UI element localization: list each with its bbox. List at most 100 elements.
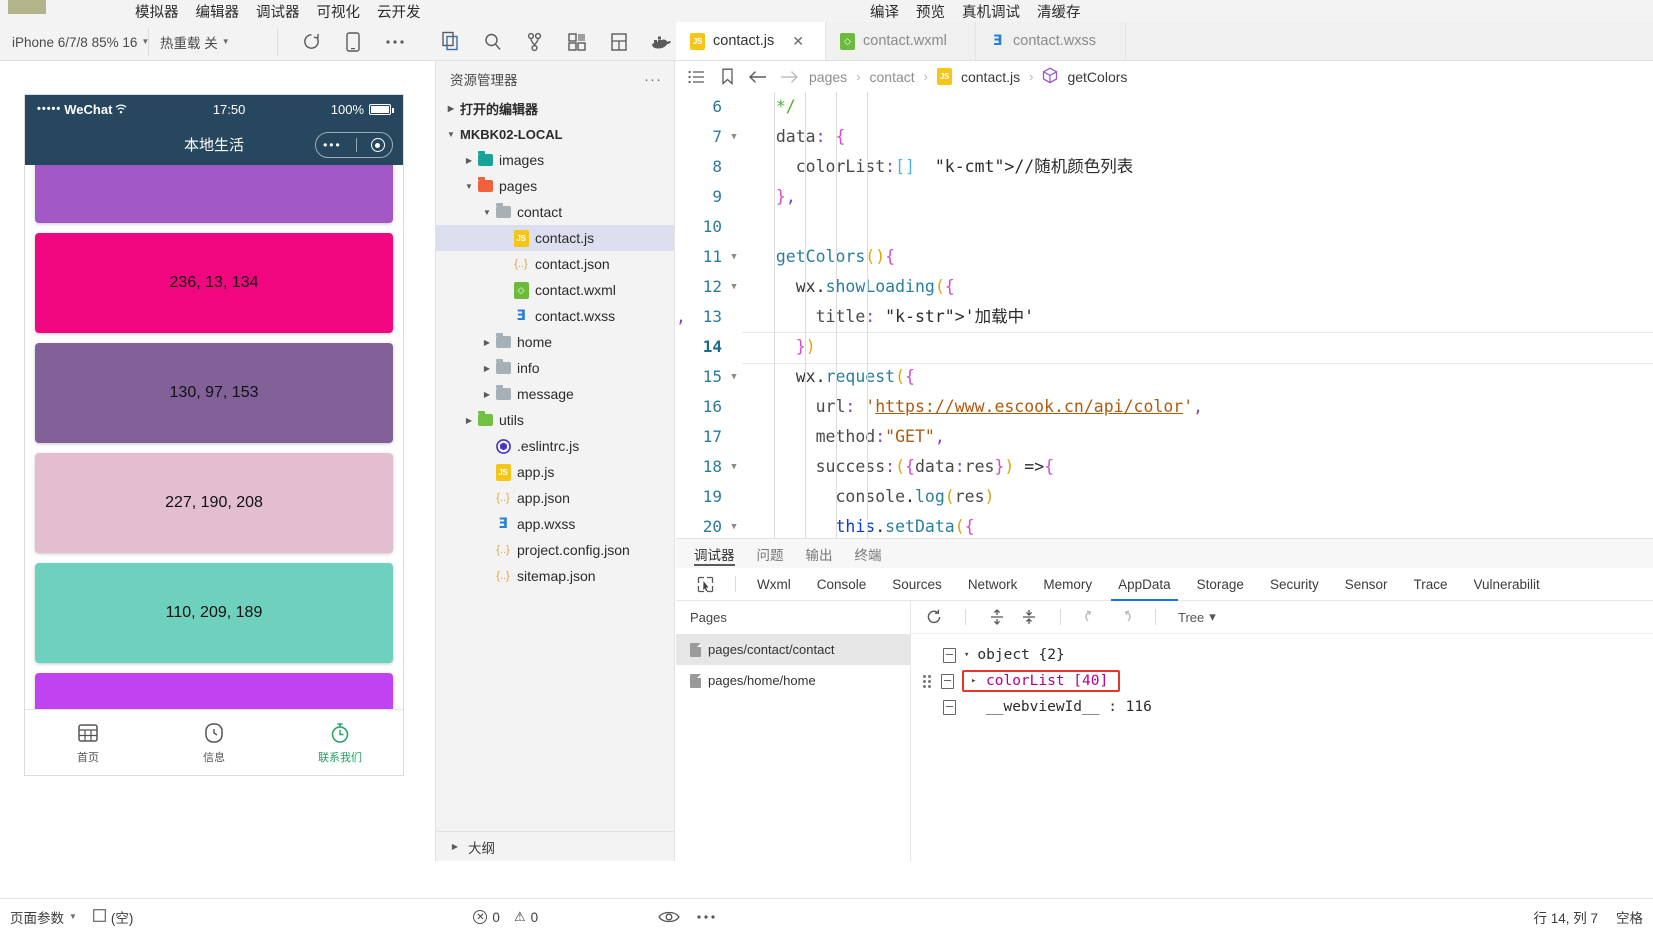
chevron-down-icon[interactable]: ▼ (728, 512, 740, 538)
explorer-item-contact-js[interactable]: ▶JScontact.js (436, 225, 674, 251)
devtools-tab-sources[interactable]: Sources (879, 568, 955, 601)
code-line[interactable]: 20 ▼ this.setData({ (676, 512, 1653, 538)
code-line[interactable]: 9 }, (676, 182, 1653, 212)
color-card[interactable]: 110, 209, 189 (35, 563, 393, 663)
menu-item-preview[interactable]: 预览 (916, 1, 945, 22)
chevron-right-icon[interactable]: ▸ (971, 676, 976, 686)
collapse-all-icon[interactable] (1020, 608, 1038, 626)
chevron-down-icon[interactable]: ▼ (480, 208, 494, 217)
panel-tab-debugger[interactable]: 调试器 (694, 539, 735, 568)
extensions-icon[interactable] (566, 31, 588, 53)
inspect-element-icon[interactable] (684, 568, 727, 601)
device-selector[interactable]: iPhone 6/7/8 85% 16 ▼ (6, 31, 155, 53)
undo-icon[interactable] (1083, 608, 1101, 626)
editor-tab-contact-wxml[interactable]: ◇ contact.wxml (826, 22, 976, 60)
color-card[interactable]: 192, 66, 240 (35, 673, 393, 710)
explorer-item-message[interactable]: ▶ message (436, 381, 674, 407)
search-icon[interactable] (482, 31, 504, 53)
expand-all-icon[interactable] (988, 608, 1006, 626)
refresh-icon[interactable] (300, 31, 322, 53)
page-row-home[interactable]: pages/home/home (676, 665, 910, 696)
view-mode-selector[interactable]: Tree ▾ (1178, 608, 1216, 626)
refresh-icon[interactable] (925, 608, 943, 626)
target-icon[interactable] (370, 138, 385, 152)
explorer-item-home[interactable]: ▶ home (436, 329, 674, 355)
chevron-down-icon[interactable]: ▾ (964, 650, 969, 660)
chevron-down-icon[interactable]: ▼ (728, 122, 740, 152)
menu-item-debugger[interactable]: 调试器 (256, 1, 300, 22)
menu-item-clear-cache[interactable]: 清缓存 (1037, 1, 1081, 22)
phone-tab-contact[interactable]: 联系我们 (277, 710, 403, 775)
code-line[interactable]: 16 url: 'https://www.escook.cn/api/color… (676, 392, 1653, 422)
color-card[interactable]: 130, 97, 153 (35, 343, 393, 443)
chevron-down-icon[interactable]: ▼ (728, 242, 740, 272)
back-arrow-icon[interactable] (747, 66, 769, 88)
source-control-icon[interactable] (524, 31, 546, 53)
color-card[interactable]: 227, 190, 208 (35, 453, 393, 553)
editor-tab-contact-wxss[interactable]: Ǝ contact.wxss (976, 22, 1126, 60)
explorer-item-app-json[interactable]: ▶{..}app.json (436, 485, 674, 511)
cursor-position[interactable]: 行 14, 列 7 (1533, 907, 1598, 927)
phone-tab-home[interactable]: 首页 (25, 710, 151, 775)
devtools-tab-sensor[interactable]: Sensor (1332, 568, 1401, 601)
indentation-mode[interactable]: 空格 (1616, 907, 1643, 927)
explorer-outline-section[interactable]: ▶ 大纲 (436, 831, 674, 861)
explorer-item-pages[interactable]: ▼ pages (436, 173, 674, 199)
code-line[interactable]: 17 method:"GET", (676, 422, 1653, 452)
more-icon[interactable] (384, 31, 406, 53)
color-card[interactable]: 236, 13, 134 (35, 233, 393, 333)
devtools-tab-wxml[interactable]: Wxml (744, 568, 804, 601)
page-params-value[interactable]: (空) (93, 907, 133, 927)
page-row-contact[interactable]: pages/contact/contact (676, 634, 910, 665)
explorer-item-contact-wxss[interactable]: ▶Ǝcontact.wxss (436, 303, 674, 329)
code-line[interactable]: 12 ▼ wx.showLoading({ (676, 272, 1653, 302)
chevron-right-icon[interactable]: ▶ (480, 390, 494, 399)
chevron-right-icon[interactable]: ▶ (480, 338, 494, 347)
explorer-item-contact[interactable]: ▼ contact (436, 199, 674, 225)
breadcrumb-item-pages[interactable]: pages (809, 69, 847, 85)
explorer-item-eslintrc-js[interactable]: ▶.eslintrc.js (436, 433, 674, 459)
warning-count[interactable]: ⚠ 0 (514, 909, 538, 925)
chevron-right-icon[interactable]: ▶ (480, 364, 494, 373)
docker-icon[interactable] (650, 31, 672, 53)
code-line[interactable]: 7 ▼ data: { (676, 122, 1653, 152)
status-badge[interactable]: ▸ colorList [40] (962, 670, 1121, 692)
code-line[interactable]: 19 console.log(res) (676, 482, 1653, 512)
devtools-tab-security[interactable]: Security (1257, 568, 1332, 601)
code-line[interactable]: 15▼ wx.request({ (676, 362, 1653, 392)
tree-row-webviewid[interactable]: __webviewId__ : 116 (921, 694, 1653, 720)
breadcrumb-item-getcolors[interactable]: getColors (1067, 69, 1127, 85)
color-list-scroll[interactable]: 236, 13, 134 130, 97, 153 227, 190, 208 … (25, 165, 403, 710)
error-count[interactable]: ✕ 0 (473, 910, 500, 925)
menu-item-editor[interactable]: 编辑器 (196, 1, 240, 22)
bookmark-icon[interactable] (716, 66, 738, 88)
explorer-item-app-wxss[interactable]: ▶Ǝapp.wxss (436, 511, 674, 537)
explorer-item-contact-wxml[interactable]: ▶◇contact.wxml (436, 277, 674, 303)
code-line[interactable]: 8 colorList:[] "k-cmt">//随机颜色列表 (676, 152, 1653, 182)
devtools-tab-vulnerability[interactable]: Vulnerabilit (1461, 568, 1553, 601)
explorer-item-sitemap-json[interactable]: ▶{..}sitemap.json (436, 563, 674, 589)
code-line[interactable]: 10 (676, 212, 1653, 242)
chevron-right-icon[interactable]: ▶ (462, 156, 476, 165)
code-line[interactable]: 14 }) (676, 332, 1653, 364)
more-icon[interactable]: ··· (644, 71, 662, 88)
explorer-item-app-js[interactable]: ▶JSapp.js (436, 459, 674, 485)
breadcrumb-item-contact-js[interactable]: contact.js (961, 69, 1020, 85)
explorer-item-info[interactable]: ▶ info (436, 355, 674, 381)
code-content[interactable]: 6 */ 7 ▼ data: {8 colorList:[] "k-cmt">//随… (676, 92, 1653, 538)
code-line[interactable]: 13 title: "k-str">'加载中', (676, 302, 1653, 332)
menu-item-visualization[interactable]: 可视化 (317, 1, 361, 22)
hot-reload-toggle[interactable]: 热重载 关 ▼ (160, 31, 230, 53)
explorer-item-contact-json[interactable]: ▶{..}contact.json (436, 251, 674, 277)
close-icon[interactable]: ✕ (792, 33, 804, 50)
devtools-tab-memory[interactable]: Memory (1030, 568, 1105, 601)
devtools-tab-trace[interactable]: Trace (1401, 568, 1461, 601)
devtools-tab-console[interactable]: Console (804, 568, 880, 601)
explorer-item-mkbk02-local[interactable]: ▼ MKBK02-LOCAL (436, 121, 674, 147)
devtools-tab-storage[interactable]: Storage (1184, 568, 1257, 601)
chevron-down-icon[interactable]: ▼ (728, 362, 740, 392)
code-line[interactable]: 11 ▼ getColors(){ (676, 242, 1653, 272)
page-params-selector[interactable]: 页面参数 ▼ (10, 907, 77, 927)
capsule-menu-icon[interactable]: ••• (323, 138, 342, 152)
devtools-tab-appdata[interactable]: AppData (1105, 568, 1184, 601)
